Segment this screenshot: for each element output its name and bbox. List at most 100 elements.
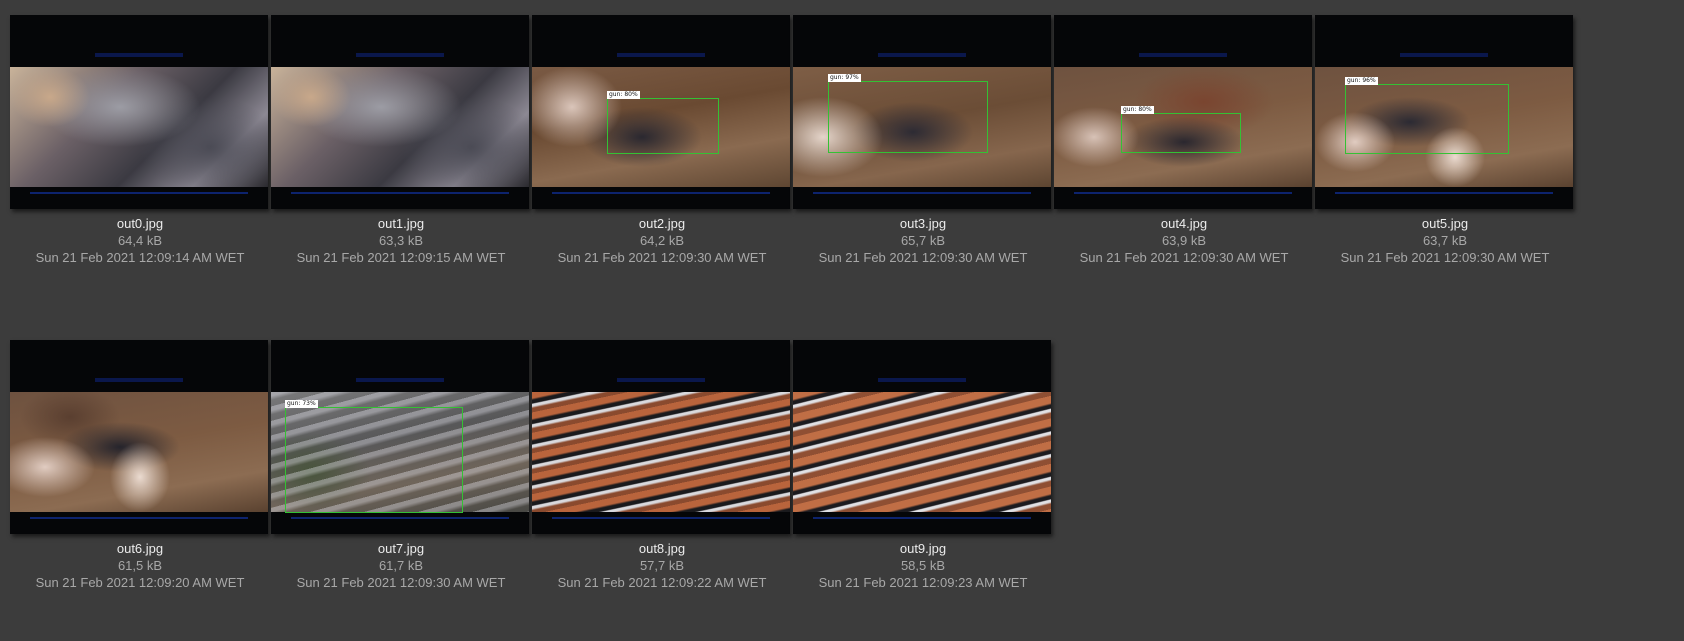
file-item-out0[interactable]: out0.jpg 64,4 kB Sun 21 Feb 2021 12:09:1… — [0, 15, 280, 295]
detection-label: gun: 80% — [1121, 106, 1154, 114]
file-caption: out8.jpg 57,7 kB Sun 21 Feb 2021 12:09:2… — [522, 540, 802, 591]
thumbnail-border — [291, 192, 509, 194]
thumbnail-border — [95, 378, 183, 382]
thumbnail-border — [356, 378, 444, 382]
detection-label: gun: 97% — [828, 74, 861, 82]
thumbnail[interactable]: gun: 97% — [793, 15, 1051, 209]
thumbnail-border — [617, 378, 705, 382]
file-size: 63,7 kB — [1422, 233, 1468, 248]
thumbnail-image — [10, 392, 268, 512]
thumbnail-border — [813, 192, 1031, 194]
thumbnail[interactable]: gun: 80% — [1054, 15, 1312, 209]
file-item-out9[interactable]: out9.jpg 58,5 kB Sun 21 Feb 2021 12:09:2… — [783, 340, 1063, 620]
file-date: Sun 21 Feb 2021 12:09:15 AM WET — [296, 250, 506, 265]
file-size: 61,5 kB — [117, 558, 163, 573]
thumbnail-image: gun: 96% — [1315, 67, 1573, 187]
thumbnail-border — [878, 378, 966, 382]
file-size: 63,3 kB — [378, 233, 424, 248]
file-name: out0.jpg — [116, 216, 164, 231]
thumbnail-border — [356, 53, 444, 57]
file-caption: out0.jpg 64,4 kB Sun 21 Feb 2021 12:09:1… — [0, 215, 280, 266]
file-caption: out6.jpg 61,5 kB Sun 21 Feb 2021 12:09:2… — [0, 540, 280, 591]
thumbnail-image — [793, 392, 1051, 512]
thumbnail-border — [552, 192, 770, 194]
detection-label: gun: 96% — [1345, 77, 1378, 85]
file-caption: out5.jpg 63,7 kB Sun 21 Feb 2021 12:09:3… — [1305, 215, 1585, 266]
thumbnail-border — [1139, 53, 1227, 57]
detection-label: gun: 73% — [285, 400, 318, 408]
file-name: out7.jpg — [377, 541, 425, 556]
file-size: 57,7 kB — [639, 558, 685, 573]
file-size: 65,7 kB — [900, 233, 946, 248]
file-caption: out9.jpg 58,5 kB Sun 21 Feb 2021 12:09:2… — [783, 540, 1063, 591]
file-size: 61,7 kB — [378, 558, 424, 573]
thumbnail-border — [291, 517, 509, 519]
file-size: 63,9 kB — [1161, 233, 1207, 248]
thumbnail[interactable]: gun: 73% — [271, 340, 529, 534]
thumbnail[interactable]: gun: 80% — [532, 15, 790, 209]
thumbnail-image — [10, 67, 268, 187]
file-date: Sun 21 Feb 2021 12:09:30 AM WET — [557, 250, 767, 265]
thumbnail-image — [271, 67, 529, 187]
thumbnail[interactable] — [793, 340, 1051, 534]
thumbnail[interactable] — [532, 340, 790, 534]
detection-box: gun: 80% — [607, 91, 719, 154]
thumbnail[interactable] — [271, 15, 529, 209]
detection-box: gun: 96% — [1345, 77, 1509, 154]
thumbnail-image: gun: 73% — [271, 392, 529, 513]
file-caption: out7.jpg 61,7 kB Sun 21 Feb 2021 12:09:3… — [261, 540, 541, 591]
file-date: Sun 21 Feb 2021 12:09:30 AM WET — [1340, 250, 1550, 265]
file-name: out6.jpg — [116, 541, 164, 556]
file-caption: out1.jpg 63,3 kB Sun 21 Feb 2021 12:09:1… — [261, 215, 541, 266]
thumbnail[interactable] — [10, 15, 268, 209]
detection-label: gun: 80% — [607, 91, 640, 99]
file-size: 64,2 kB — [639, 233, 685, 248]
thumbnail-image: gun: 80% — [1054, 67, 1312, 187]
thumbnail-border — [878, 53, 966, 57]
file-item-out7[interactable]: gun: 73% out7.jpg 61,7 kB Sun 21 Feb 202… — [261, 340, 541, 620]
file-caption: out4.jpg 63,9 kB Sun 21 Feb 2021 12:09:3… — [1044, 215, 1324, 266]
file-name: out2.jpg — [638, 216, 686, 231]
file-date: Sun 21 Feb 2021 12:09:20 AM WET — [35, 575, 245, 590]
file-item-out3[interactable]: gun: 97% out3.jpg 65,7 kB Sun 21 Feb 202… — [783, 15, 1063, 295]
file-name: out4.jpg — [1160, 216, 1208, 231]
thumbnail-border — [1400, 53, 1488, 57]
file-grid: out0.jpg 64,4 kB Sun 21 Feb 2021 12:09:1… — [0, 0, 1684, 641]
thumbnail-image — [532, 392, 790, 512]
detection-box: gun: 97% — [828, 74, 988, 153]
file-item-out1[interactable]: out1.jpg 63,3 kB Sun 21 Feb 2021 12:09:1… — [261, 15, 541, 295]
file-name: out8.jpg — [638, 541, 686, 556]
thumbnail-border — [95, 53, 183, 57]
file-item-out2[interactable]: gun: 80% out2.jpg 64,2 kB Sun 21 Feb 202… — [522, 15, 802, 295]
detection-box: gun: 80% — [1121, 106, 1241, 153]
file-date: Sun 21 Feb 2021 12:09:22 AM WET — [557, 575, 767, 590]
file-item-out5[interactable]: gun: 96% out5.jpg 63,7 kB Sun 21 Feb 202… — [1305, 15, 1585, 295]
file-date: Sun 21 Feb 2021 12:09:30 AM WET — [1079, 250, 1289, 265]
thumbnail[interactable] — [10, 340, 268, 534]
thumbnail-border — [30, 192, 248, 194]
file-size: 58,5 kB — [900, 558, 946, 573]
thumbnail-border — [1335, 192, 1553, 194]
file-item-out8[interactable]: out8.jpg 57,7 kB Sun 21 Feb 2021 12:09:2… — [522, 340, 802, 620]
thumbnail-border — [552, 517, 770, 519]
detection-box: gun: 73% — [285, 400, 463, 513]
file-date: Sun 21 Feb 2021 12:09:14 AM WET — [35, 250, 245, 265]
thumbnail[interactable]: gun: 96% — [1315, 15, 1573, 209]
file-item-out6[interactable]: out6.jpg 61,5 kB Sun 21 Feb 2021 12:09:2… — [0, 340, 280, 620]
file-size: 64,4 kB — [117, 233, 163, 248]
thumbnail-border — [813, 517, 1031, 519]
file-name: out9.jpg — [899, 541, 947, 556]
file-name: out1.jpg — [377, 216, 425, 231]
file-item-out4[interactable]: gun: 80% out4.jpg 63,9 kB Sun 21 Feb 202… — [1044, 15, 1324, 295]
thumbnail-border — [1074, 192, 1292, 194]
file-date: Sun 21 Feb 2021 12:09:30 AM WET — [296, 575, 506, 590]
thumbnail-image: gun: 80% — [532, 67, 790, 187]
file-name: out5.jpg — [1421, 216, 1469, 231]
file-caption: out3.jpg 65,7 kB Sun 21 Feb 2021 12:09:3… — [783, 215, 1063, 266]
file-date: Sun 21 Feb 2021 12:09:30 AM WET — [818, 250, 1028, 265]
file-date: Sun 21 Feb 2021 12:09:23 AM WET — [818, 575, 1028, 590]
file-name: out3.jpg — [899, 216, 947, 231]
file-caption: out2.jpg 64,2 kB Sun 21 Feb 2021 12:09:3… — [522, 215, 802, 266]
thumbnail-border — [30, 517, 248, 519]
thumbnail-border — [617, 53, 705, 57]
